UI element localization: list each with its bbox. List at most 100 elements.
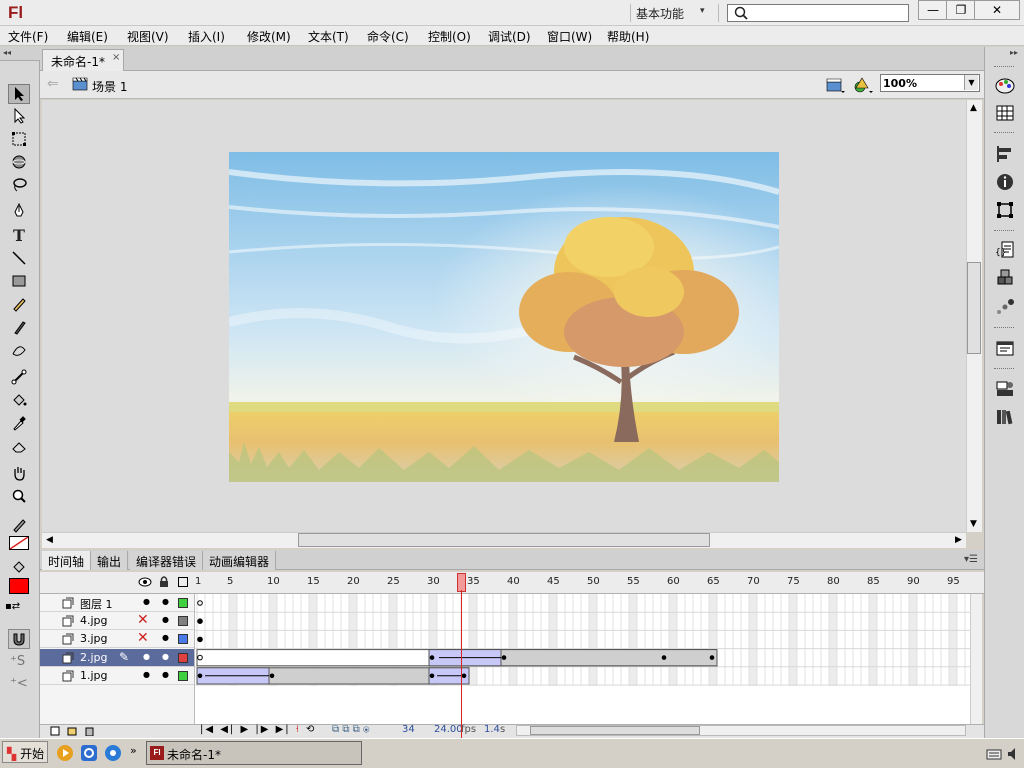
smooth-icon[interactable]: ⁺S bbox=[10, 654, 25, 669]
search-input[interactable] bbox=[727, 4, 909, 22]
panel-grip[interactable] bbox=[994, 368, 1014, 370]
frame-rate-readout[interactable]: 24.00 bbox=[434, 724, 463, 735]
bone-tool[interactable] bbox=[8, 367, 30, 387]
visibility-dot[interactable]: ● bbox=[143, 670, 150, 679]
scroll-up-icon[interactable]: ▲ bbox=[970, 103, 977, 113]
selection-tool[interactable] bbox=[8, 84, 30, 104]
lasso-tool[interactable] bbox=[8, 175, 30, 195]
playback-controls[interactable]: |◀ ◀| ▶ |▶ ▶| bbox=[200, 724, 291, 735]
free-transform-tool[interactable] bbox=[8, 129, 30, 149]
layer-outline-color[interactable] bbox=[178, 598, 188, 608]
transform-icon[interactable] bbox=[994, 200, 1016, 220]
hand-tool[interactable] bbox=[8, 463, 30, 483]
chevron-down-icon[interactable]: ▼ bbox=[964, 75, 978, 90]
layer-outline-color[interactable] bbox=[178, 616, 188, 627]
lock-dot[interactable]: ● bbox=[162, 633, 169, 642]
layer-name[interactable]: 3.jpg bbox=[80, 632, 108, 645]
layer-name[interactable]: 4.jpg bbox=[80, 614, 108, 627]
books-icon[interactable] bbox=[994, 407, 1016, 427]
scroll-right-icon[interactable]: ▶ bbox=[955, 535, 962, 545]
panel-grip[interactable] bbox=[994, 66, 1014, 68]
scrollbar-thumb[interactable] bbox=[530, 726, 700, 735]
lock-icon[interactable] bbox=[158, 575, 170, 588]
zoom-tool[interactable] bbox=[8, 486, 30, 506]
settings-icon[interactable] bbox=[104, 744, 122, 762]
stroke-color-tool[interactable] bbox=[8, 515, 30, 535]
straighten-icon[interactable]: ⁺< bbox=[10, 676, 28, 691]
back-arrow-icon[interactable]: ⇐ bbox=[47, 76, 59, 92]
tab-timeline[interactable]: 时间轴 bbox=[42, 551, 92, 570]
volume-icon[interactable] bbox=[1006, 746, 1020, 762]
workspace-switcher[interactable]: 基本功能 bbox=[636, 5, 684, 22]
keyboard-icon[interactable] bbox=[986, 746, 1002, 762]
layer-outline-color[interactable] bbox=[178, 652, 188, 663]
scroll-left-icon[interactable]: ◀ bbox=[46, 535, 53, 545]
panel-menu-icon[interactable]: ▾☰ bbox=[964, 554, 978, 565]
motion-presets-icon[interactable] bbox=[994, 297, 1016, 317]
color-palette-icon[interactable] bbox=[994, 76, 1016, 96]
line-tool[interactable] bbox=[8, 248, 30, 268]
layer-name[interactable]: 图层 1 bbox=[80, 596, 113, 612]
visibility-dot[interactable]: ● bbox=[143, 652, 150, 661]
tab-motion-editor[interactable]: 动画编辑器 bbox=[203, 551, 277, 570]
close-icon[interactable]: × bbox=[112, 52, 120, 63]
panel-grip[interactable] bbox=[994, 230, 1014, 232]
chevron-down-icon[interactable]: ▾ bbox=[700, 6, 705, 16]
layer-name[interactable]: 2.jpg bbox=[80, 651, 108, 664]
hidden-layer-icon[interactable]: ✕ bbox=[137, 630, 149, 646]
menu-window[interactable]: 窗口(W) bbox=[547, 28, 592, 45]
stage-canvas[interactable] bbox=[229, 152, 779, 482]
quicklaunch-expand-icon[interactable]: » bbox=[130, 744, 137, 757]
scrollbar-thumb[interactable] bbox=[298, 533, 710, 547]
layer-outline-color[interactable] bbox=[178, 670, 188, 681]
align-icon[interactable] bbox=[994, 144, 1016, 164]
menu-view[interactable]: 视图(V) bbox=[127, 28, 169, 45]
properties-icon[interactable] bbox=[994, 338, 1016, 358]
taskbar-window-button[interactable]: 未命名-1* bbox=[146, 741, 362, 765]
rectangle-tool[interactable] bbox=[8, 271, 30, 291]
tab-output[interactable]: 输出 bbox=[91, 551, 129, 570]
edit-scene-icon[interactable] bbox=[826, 76, 846, 94]
eyedropper-tool[interactable] bbox=[8, 413, 30, 433]
menu-modify[interactable]: 修改(M) bbox=[247, 28, 291, 45]
brush-tool[interactable] bbox=[8, 317, 30, 337]
deco-tool[interactable] bbox=[8, 340, 30, 360]
menu-debug[interactable]: 调试(D) bbox=[488, 28, 531, 45]
minimize-button[interactable]: — bbox=[918, 0, 948, 20]
pen-tool[interactable] bbox=[8, 202, 30, 222]
menu-help[interactable]: 帮助(H) bbox=[607, 28, 649, 45]
timeline-vertical-scrollbar[interactable] bbox=[970, 594, 982, 724]
text-tool[interactable]: T bbox=[8, 225, 30, 245]
menu-file[interactable]: 文件(F) bbox=[8, 28, 48, 45]
outline-icon[interactable] bbox=[178, 577, 188, 587]
layer-outline-color[interactable] bbox=[178, 634, 188, 645]
scrollbar-thumb[interactable] bbox=[967, 262, 981, 354]
swap-colors-icon[interactable]: ▪⇄ bbox=[5, 601, 20, 612]
panel-grip[interactable] bbox=[994, 132, 1014, 134]
panel-expand-handle[interactable]: ▸▸ bbox=[1010, 48, 1018, 57]
stroke-color-swatch[interactable] bbox=[9, 536, 29, 550]
lock-dot[interactable]: ● bbox=[162, 615, 169, 624]
snap-to-objects-button[interactable] bbox=[8, 629, 30, 649]
menu-commands[interactable]: 命令(C) bbox=[367, 28, 409, 45]
info-icon[interactable] bbox=[994, 172, 1016, 192]
current-frame-readout[interactable]: 34 bbox=[402, 724, 415, 735]
panel-collapse-handle[interactable]: ◂◂ bbox=[0, 47, 40, 61]
tab-compiler-errors[interactable]: 编译器错误 bbox=[130, 551, 204, 570]
lock-dot[interactable]: ● bbox=[162, 670, 169, 679]
edit-symbols-icon[interactable] bbox=[854, 76, 874, 94]
menu-insert[interactable]: 插入(I) bbox=[188, 28, 225, 45]
start-button[interactable]: ▚ 开始 bbox=[2, 741, 48, 763]
paint-bucket-tool[interactable] bbox=[8, 390, 30, 410]
center-frame-icon[interactable]: ⍿ bbox=[296, 724, 299, 735]
subselection-tool[interactable] bbox=[8, 106, 30, 126]
fill-color-tool[interactable] bbox=[8, 557, 30, 577]
loop-icon[interactable]: ⟲ bbox=[306, 724, 314, 735]
menu-control[interactable]: 控制(O) bbox=[428, 28, 471, 45]
browser-icon[interactable] bbox=[80, 744, 98, 762]
library-icon[interactable] bbox=[994, 379, 1016, 399]
code-snippets-icon[interactable]: {} bbox=[994, 240, 1016, 260]
elapsed-time-readout[interactable]: 1.4 bbox=[484, 724, 500, 735]
menu-edit[interactable]: 编辑(E) bbox=[67, 28, 108, 45]
lock-dot[interactable]: ● bbox=[162, 597, 169, 606]
